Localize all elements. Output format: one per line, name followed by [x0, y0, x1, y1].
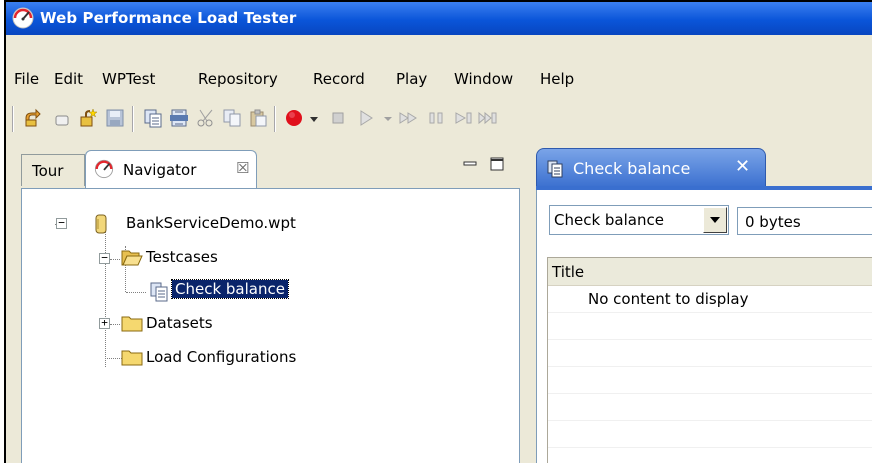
toolbar-separator	[274, 106, 276, 132]
empty-message: No content to display	[588, 290, 749, 308]
cut-icon[interactable]	[196, 108, 216, 128]
fast-forward-icon[interactable]	[398, 108, 418, 128]
folder-icon	[121, 350, 143, 366]
navigator-tree: − BankServiceDemo.wpt − Testcases Check …	[21, 188, 520, 463]
tab-tour[interactable]: Tour	[21, 154, 85, 186]
collapse-icon[interactable]: −	[56, 217, 67, 229]
menu-file[interactable]: File	[14, 70, 39, 88]
tab-tour-label: Tour	[32, 162, 64, 180]
record-dropdown-icon[interactable]	[304, 108, 324, 128]
new-file-icon[interactable]	[78, 108, 98, 128]
tree-guide	[110, 259, 120, 260]
window-title: Web Performance Load Tester	[40, 9, 297, 27]
tree-guide	[110, 324, 120, 325]
table-row	[548, 313, 872, 340]
navigator-icon	[94, 159, 114, 179]
navigator-view: Tour Navigator ☒ − BankServiceDemo.wpt −…	[21, 148, 520, 463]
title-bar[interactable]: Web Performance Load Tester	[6, 2, 872, 35]
tree-item-repository[interactable]: BankServiceDemo.wpt	[126, 214, 296, 232]
tab-navigator-label: Navigator	[123, 161, 197, 179]
tab-navigator[interactable]: Navigator ☒	[85, 150, 257, 188]
app-logo-icon	[12, 7, 34, 29]
menu-help[interactable]: Help	[540, 70, 574, 88]
stop-icon[interactable]	[328, 108, 348, 128]
toolbar	[6, 96, 872, 138]
tree-item-datasets[interactable]: Datasets	[146, 314, 213, 332]
tree-item-load-configurations[interactable]: Load Configurations	[146, 348, 296, 366]
play-icon[interactable]	[356, 108, 376, 128]
play-dropdown-icon[interactable]	[378, 108, 398, 128]
view-tab-bar: Tour Navigator ☒	[21, 148, 520, 188]
testcase-select[interactable]: Check balance	[549, 205, 729, 235]
record-icon[interactable]	[284, 108, 304, 128]
chevron-down-icon[interactable]	[703, 207, 727, 233]
menu-play[interactable]: Play	[396, 70, 427, 88]
copy-icon[interactable]	[222, 108, 242, 128]
column-header-title[interactable]: Title	[548, 258, 872, 286]
content-table: Title No content to display	[547, 257, 872, 463]
column-header-label: Title	[552, 263, 585, 281]
compare-icon[interactable]	[169, 108, 189, 128]
paste-icon[interactable]	[248, 108, 268, 128]
menu-bar: File Edit WPTest Repository Record Play …	[6, 65, 872, 95]
menu-window[interactable]: Window	[454, 70, 513, 88]
expand-icon[interactable]: +	[99, 317, 110, 329]
save-icon[interactable]	[105, 108, 125, 128]
table-row	[548, 367, 872, 394]
toolbar-separator	[132, 106, 134, 132]
close-icon[interactable]: ☒	[236, 159, 249, 177]
tree-item-testcases[interactable]: Testcases	[146, 248, 218, 266]
testcase-icon	[150, 282, 168, 302]
menu-edit[interactable]: Edit	[54, 70, 83, 88]
size-label: 0 bytes	[745, 213, 801, 231]
testcase-select-value: Check balance	[554, 211, 664, 229]
pause-icon[interactable]	[426, 108, 446, 128]
table-row	[548, 421, 872, 448]
app-window: Web Performance Load Tester File Edit WP…	[4, 0, 872, 463]
tree-guide	[126, 292, 146, 293]
close-icon[interactable]: ✕	[735, 156, 750, 177]
copy-page-icon[interactable]	[143, 108, 163, 128]
step-over-icon[interactable]	[478, 108, 498, 128]
tree-item-check-balance[interactable]: Check balance	[171, 279, 289, 299]
new-icon[interactable]	[22, 108, 42, 128]
editor-view: Check balance ✕ Check balance 0 bytes Ti…	[536, 148, 872, 463]
folder-icon	[121, 316, 143, 332]
tab-check-balance[interactable]: Check balance ✕	[536, 148, 766, 188]
menu-repository[interactable]: Repository	[198, 70, 278, 88]
table-row	[548, 394, 872, 421]
step-icon[interactable]	[454, 108, 474, 128]
collapse-icon[interactable]: −	[99, 252, 110, 264]
minimize-view-icon[interactable]	[462, 156, 478, 172]
open-icon[interactable]	[52, 108, 72, 128]
menu-wptest[interactable]: WPTest	[102, 70, 155, 88]
editor-content: Check balance 0 bytes Title No content t…	[536, 190, 872, 463]
repository-icon	[95, 214, 107, 234]
open-folder-icon	[121, 250, 143, 266]
editor-tab-label: Check balance	[573, 159, 691, 178]
table-row: No content to display	[548, 286, 872, 313]
toolbar-separator	[12, 106, 14, 132]
tree-guide	[105, 219, 106, 367]
table-row	[548, 340, 872, 367]
maximize-view-icon[interactable]	[489, 156, 505, 172]
menu-record[interactable]: Record	[313, 70, 365, 88]
testcase-icon	[547, 160, 563, 178]
